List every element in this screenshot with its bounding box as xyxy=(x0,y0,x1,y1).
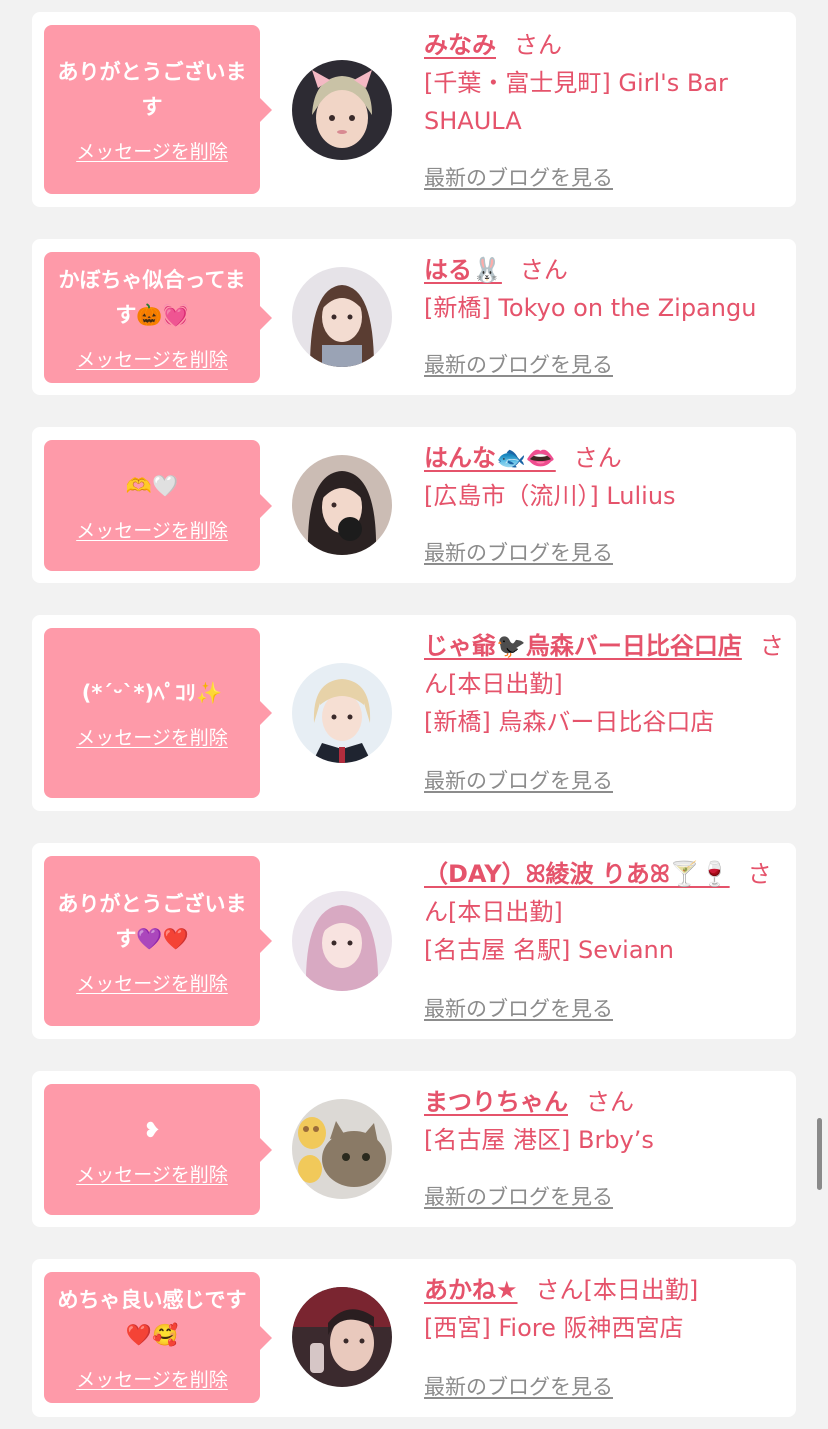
avatar[interactable] xyxy=(292,455,392,555)
message-bubble: ❥ メッセージを削除 xyxy=(44,1084,272,1215)
delete-message-link[interactable]: メッセージを削除 xyxy=(76,345,228,372)
status-badge: [本日出勤] xyxy=(448,670,563,698)
girl-photo-icon xyxy=(292,60,392,160)
latest-blog-link[interactable]: 最新のブログを見る xyxy=(424,349,613,379)
message-card: かぼちゃ似合ってます🎃💓 メッセージを削除 はる🐰 さん [新橋] Tokyo o… xyxy=(32,239,796,395)
cast-name-link[interactable]: （DAY）ꕤ綾波 りあꕤ🍸🍷 xyxy=(424,860,730,888)
cast-info: はんな🐟👄 さん [広島市（流川）] Lulius xyxy=(424,439,788,515)
delete-message-link[interactable]: メッセージを削除 xyxy=(76,723,228,750)
girl-photo-icon xyxy=(292,1287,392,1387)
message-card: ありがとうございます メッセージを削除 みなみ さん [千葉・富士見町] Girl… xyxy=(32,12,796,207)
latest-blog-link[interactable]: 最新のブログを見る xyxy=(424,765,613,795)
cast-name-link[interactable]: はんな🐟👄 xyxy=(424,444,556,472)
shop-name: [広島市（流川）] Lulius xyxy=(424,482,676,510)
message-text: 🫶🤍 xyxy=(125,473,179,498)
message-text: (*ˊᵕˋ*)ﾍﾟｺﾘ✨ xyxy=(81,681,223,705)
message-text: めちゃ良い感じです❤️🥰 xyxy=(57,1288,247,1347)
delete-message-link[interactable]: メッセージを削除 xyxy=(76,1365,228,1392)
latest-blog-link[interactable]: 最新のブログを見る xyxy=(424,1181,613,1211)
avatar[interactable] xyxy=(292,663,392,763)
cast-name-link[interactable]: じゃ爺🐦‍⬛烏森バー日比谷口店 xyxy=(424,632,742,660)
message-bubble: ありがとうございます メッセージを削除 xyxy=(44,25,272,194)
latest-blog-link[interactable]: 最新のブログを見る xyxy=(424,162,613,192)
honorific: さん xyxy=(535,1276,584,1304)
status-badge: [本日出勤] xyxy=(448,898,563,926)
honorific: さん xyxy=(573,444,622,472)
scrollbar[interactable] xyxy=(817,1118,822,1190)
status-badge: [本日出勤] xyxy=(583,1276,699,1304)
cast-name-link[interactable]: あかね★ xyxy=(424,1276,518,1304)
message-text: かぼちゃ似合ってます🎃💓 xyxy=(58,268,246,327)
avatar[interactable] xyxy=(292,267,392,367)
shop-name: [新橋] 烏森バー日比谷口店 xyxy=(424,708,715,736)
latest-blog-link[interactable]: 最新のブログを見る xyxy=(424,1371,613,1401)
girl-photo-icon xyxy=(292,267,392,367)
latest-blog-link[interactable]: 最新のブログを見る xyxy=(424,993,613,1023)
cat-photo-icon xyxy=(292,1099,392,1199)
cast-info: じゃ爺🐦‍⬛烏森バー日比谷口店 さん[本日出勤] [新橋] 烏森バー日比谷口店 xyxy=(424,627,788,741)
shop-name: [千葉・富士見町] Girl's Bar SHAULA xyxy=(424,69,728,135)
cast-name-link[interactable]: はる🐰 xyxy=(424,256,502,284)
latest-blog-link[interactable]: 最新のブログを見る xyxy=(424,537,613,567)
honorific: さん xyxy=(586,1088,634,1116)
cast-info: （DAY）ꕤ綾波 りあꕤ🍸🍷 さん[本日出勤] [名古屋 名駅] Seviann xyxy=(424,855,788,969)
message-card: 🫶🤍 メッセージを削除 はんな🐟👄 さん [広島市（流川）] Lulius 最新の… xyxy=(32,427,796,583)
delete-message-link[interactable]: メッセージを削除 xyxy=(76,1160,228,1187)
avatar[interactable] xyxy=(292,891,392,991)
shop-name: [名古屋 港区] Brby’s xyxy=(424,1126,654,1154)
message-bubble: 🫶🤍 メッセージを削除 xyxy=(44,440,272,571)
cast-info: まつりちゃん さん [名古屋 港区] Brby’s xyxy=(424,1083,788,1159)
delete-message-link[interactable]: メッセージを削除 xyxy=(76,516,228,543)
cast-name-link[interactable]: まつりちゃん xyxy=(424,1088,568,1116)
shop-name: [西宮] Fiore 阪神西宮店 xyxy=(424,1314,684,1342)
avatar[interactable] xyxy=(292,1287,392,1387)
shop-name: [名古屋 名駅] Seviann xyxy=(424,936,674,964)
honorific: さん xyxy=(519,256,568,284)
cast-info: あかね★ さん[本日出勤] [西宮] Fiore 阪神西宮店 xyxy=(424,1271,788,1347)
message-card: (*ˊᵕˋ*)ﾍﾟｺﾘ✨ メッセージを削除 じゃ爺🐦‍⬛烏森バー日比谷口店 さん[… xyxy=(32,615,796,811)
shop-name: [新橋] Tokyo on the Zipangu xyxy=(424,294,757,322)
message-text: ありがとうございます💜❤️ xyxy=(57,891,247,951)
cast-info: みなみ さん [千葉・富士見町] Girl's Bar SHAULA xyxy=(424,26,788,140)
girl-photo-icon xyxy=(292,663,392,763)
message-bubble: かぼちゃ似合ってます🎃💓 メッセージを削除 xyxy=(44,252,272,383)
message-card: ありがとうございます💜❤️ メッセージを削除 （DAY）ꕤ綾波 りあꕤ🍸🍷 さん[… xyxy=(32,843,796,1039)
avatar[interactable] xyxy=(292,1099,392,1199)
message-text: ありがとうございます xyxy=(57,60,247,119)
message-bubble: めちゃ良い感じです❤️🥰 メッセージを削除 xyxy=(44,1272,272,1403)
message-card: ❥ メッセージを削除 まつりちゃん さん [名古屋 港区] Brby’s 最新の… xyxy=(32,1071,796,1227)
girl-photo-icon xyxy=(292,455,392,555)
cast-info: はる🐰 さん [新橋] Tokyo on the Zipangu xyxy=(424,251,788,327)
message-text: ❥ xyxy=(143,1117,161,1142)
message-bubble: ありがとうございます💜❤️ メッセージを削除 xyxy=(44,856,272,1026)
delete-message-link[interactable]: メッセージを削除 xyxy=(76,969,228,996)
delete-message-link[interactable]: メッセージを削除 xyxy=(76,137,228,164)
avatar[interactable] xyxy=(292,60,392,160)
message-bubble: (*ˊᵕˋ*)ﾍﾟｺﾘ✨ メッセージを削除 xyxy=(44,628,272,798)
cast-name-link[interactable]: みなみ xyxy=(424,31,496,59)
message-card: めちゃ良い感じです❤️🥰 メッセージを削除 あかね★ さん[本日出勤] [西宮] … xyxy=(32,1259,796,1417)
girl-photo-icon xyxy=(292,891,392,991)
honorific: さん xyxy=(514,31,562,59)
